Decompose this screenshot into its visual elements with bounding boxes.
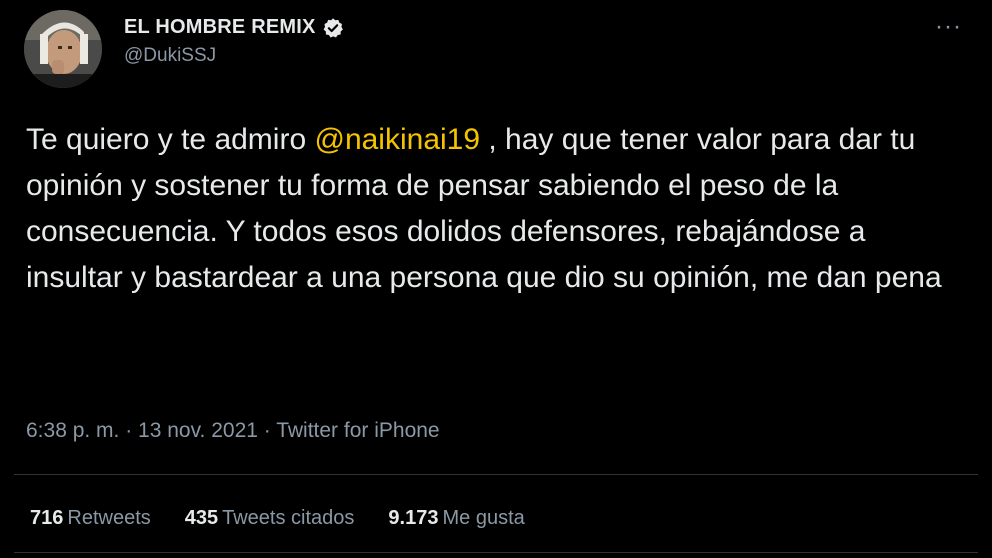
retweets-stat[interactable]: 716 Retweets [30,507,151,530]
quote-tweets-count: 435 [184,507,219,529]
mention-link[interactable]: @naikinai19 [314,123,480,156]
tweet-text: Te quiero y te admiro @naikinai19 , hay … [26,117,956,301]
divider [14,474,978,475]
tweet-header: EL HOMBRE REMIX @DukiSSJ ··· [24,10,968,90]
quote-tweets-stat[interactable]: 435 Tweets citados [185,507,355,530]
user-handle[interactable]: @DukiSSJ [124,45,344,67]
retweets-count: 716 [30,507,64,529]
likes-label: Me gusta [442,507,525,529]
avatar[interactable] [24,10,102,88]
user-names: EL HOMBRE REMIX @DukiSSJ [124,16,344,67]
retweets-label: Retweets [67,507,151,529]
tweet-stats: 716 Retweets 435 Tweets citados 9.173 Me gu… [30,507,525,530]
avatar-image [24,10,102,88]
display-name-row: EL HOMBRE REMIX [124,16,344,39]
tweet-timestamp[interactable]: 6:38 p. m. · 13 nov. 2021 · Twitter for … [26,419,440,443]
tweet-text-start: Te quiero y te admiro [26,123,315,156]
more-dots-icon[interactable]: ··· [935,15,962,39]
divider-bottom [14,552,978,553]
likes-stat[interactable]: 9.173 Me gusta [388,507,524,530]
display-name[interactable]: EL HOMBRE REMIX [124,16,316,39]
verified-badge-icon [323,17,343,38]
quote-tweets-label: Tweets citados [222,507,355,529]
likes-count: 9.173 [388,507,439,529]
